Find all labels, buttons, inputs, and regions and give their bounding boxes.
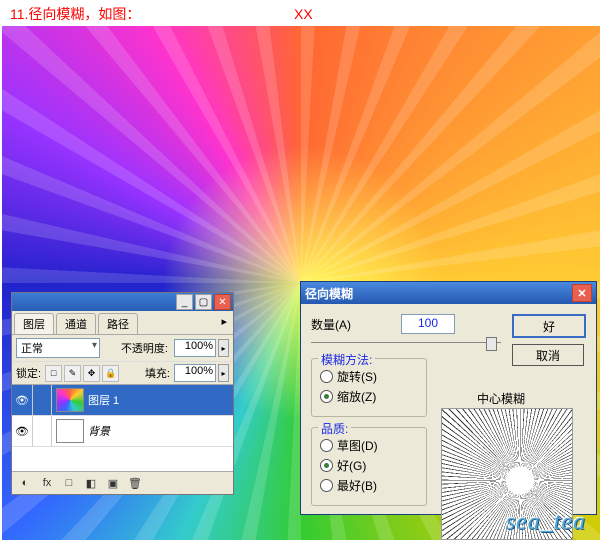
radio-spin[interactable]: 旋转(S): [320, 368, 418, 385]
opacity-input[interactable]: 100%: [174, 339, 216, 357]
layer-thumbnail[interactable]: [56, 419, 84, 443]
layer-list: 👁 图层 1 👁 背景: [12, 385, 233, 471]
visibility-toggle-icon[interactable]: 👁: [12, 385, 33, 415]
layer-row[interactable]: 👁 背景: [12, 416, 233, 447]
layer-row[interactable]: 👁 图层 1: [12, 385, 233, 416]
cancel-button[interactable]: 取消: [512, 344, 584, 366]
ok-button[interactable]: 好: [512, 314, 586, 338]
layer-style-icon[interactable]: ◐: [16, 475, 34, 491]
radio-icon[interactable]: [320, 439, 333, 452]
opacity-label: 不透明度:: [121, 340, 168, 356]
fill-stepper[interactable]: ▸: [218, 364, 229, 382]
method-legend: 模糊方法:: [318, 351, 375, 368]
dialog-title: 径向模糊: [305, 285, 353, 302]
radio-icon[interactable]: [320, 390, 333, 403]
radio-good[interactable]: 好(G): [320, 457, 418, 474]
radio-label: 最好(B): [337, 477, 377, 494]
radio-icon[interactable]: [320, 479, 333, 492]
radio-draft[interactable]: 草图(D): [320, 437, 418, 454]
link-cell[interactable]: [33, 416, 52, 446]
opacity-stepper[interactable]: ▸: [218, 339, 229, 357]
radial-blur-dialog: 径向模糊 ✕ 数量(A) 100 好 取消 模糊方法: 旋转(S): [300, 281, 597, 515]
layers-panel-footer: ◐ fx □ ◧ ▣ 🗑: [12, 471, 233, 494]
amount-input[interactable]: 100: [401, 314, 455, 334]
delete-layer-icon[interactable]: 🗑: [126, 475, 144, 491]
lock-all-icon[interactable]: 🔒: [102, 365, 119, 382]
lock-transparent-icon[interactable]: □: [45, 365, 62, 382]
lock-position-icon[interactable]: ✥: [83, 365, 100, 382]
visibility-toggle-icon[interactable]: 👁: [12, 416, 33, 446]
blur-method-group: 模糊方法: 旋转(S) 缩放(Z): [311, 358, 427, 417]
layer-thumbnail[interactable]: [56, 388, 84, 412]
layer-name[interactable]: 背景: [88, 423, 110, 439]
slider-thumb[interactable]: [486, 337, 497, 351]
radio-icon[interactable]: [320, 370, 333, 383]
preview-label: 中心模糊: [477, 390, 525, 407]
radio-label: 旋转(S): [337, 368, 377, 385]
blur-center-preview[interactable]: [441, 408, 573, 540]
adjustment-layer-icon[interactable]: ◧: [82, 475, 100, 491]
radio-label: 好(G): [337, 457, 366, 474]
close-button[interactable]: ✕: [572, 284, 592, 302]
preview-rays-icon: [442, 409, 572, 539]
dialog-titlebar[interactable]: 径向模糊 ✕: [301, 282, 596, 304]
lock-image-icon[interactable]: ✎: [64, 365, 81, 382]
blend-mode-select[interactable]: 正常: [16, 338, 100, 358]
amount-slider[interactable]: [311, 338, 501, 348]
minimize-button[interactable]: _: [176, 294, 193, 310]
layer-fx-icon[interactable]: fx: [38, 475, 56, 491]
tutorial-xx-mark: XX: [294, 6, 313, 22]
layers-panel: _ ▢ ✕ 图层 通道 路径 ▸ 正常 不透明度: 100% ▸ 锁定: □ ✎…: [11, 292, 234, 495]
radio-label: 缩放(Z): [337, 388, 376, 405]
tutorial-step-caption: 11.径向模糊，如图：: [10, 4, 140, 24]
new-layer-icon[interactable]: ▣: [104, 475, 122, 491]
panel-titlebar[interactable]: _ ▢ ✕: [12, 293, 233, 311]
fill-label: 填充:: [145, 365, 170, 381]
radio-icon[interactable]: [320, 459, 333, 472]
close-button[interactable]: ✕: [214, 294, 231, 310]
fill-input[interactable]: 100%: [174, 364, 216, 382]
radio-zoom[interactable]: 缩放(Z): [320, 388, 418, 405]
radio-label: 草图(D): [337, 437, 378, 454]
layer-name[interactable]: 图层 1: [88, 392, 119, 408]
tab-channels[interactable]: 通道: [56, 313, 96, 334]
tab-paths[interactable]: 路径: [98, 313, 138, 334]
tab-layers[interactable]: 图层: [14, 313, 54, 334]
quality-legend: 品质:: [318, 420, 351, 437]
panel-menu-icon[interactable]: ▸: [215, 313, 233, 334]
link-cell[interactable]: [33, 385, 52, 415]
radio-best[interactable]: 最好(B): [320, 477, 418, 494]
lock-label: 锁定:: [16, 365, 41, 381]
layer-mask-icon[interactable]: □: [60, 475, 78, 491]
quality-group: 品质: 草图(D) 好(G) 最好(B): [311, 427, 427, 506]
amount-label: 数量(A): [311, 316, 351, 333]
collapse-button[interactable]: ▢: [195, 294, 212, 310]
